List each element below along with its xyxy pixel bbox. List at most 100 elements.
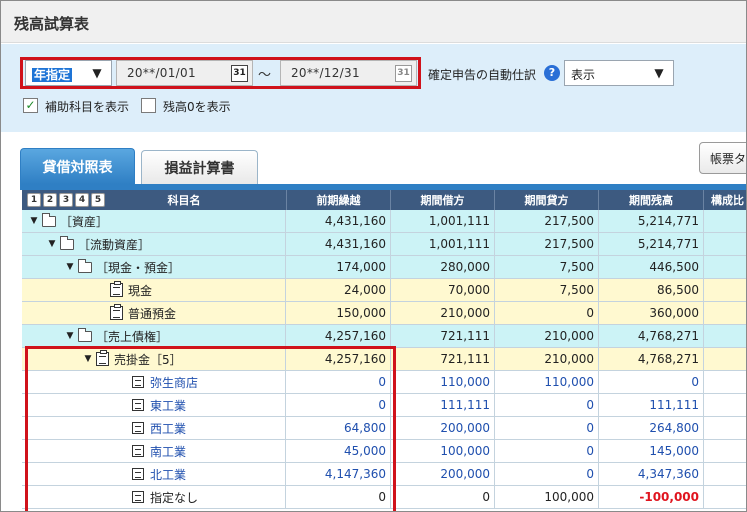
table-cell: 210,000 [391,302,495,324]
account-name-cell[interactable]: ▼ ［売上債権］ [22,325,286,347]
col-header-balance[interactable]: 期間残高 [599,190,704,210]
table-row[interactable]: ▼ ［売上債権］ 4,257,160 721,111 210,000 4,768,271 [22,325,746,348]
report-button[interactable]: 帳票タ [699,142,746,174]
table-cell: 100,000 [495,486,599,508]
account-name-cell[interactable]: ▼ ［流動資産］ [22,233,286,255]
account-name-cell[interactable]: 普通預金 [22,302,286,324]
table-cell: 110,000 [495,371,599,393]
account-name-cell[interactable]: ▼ ［資産］ [22,210,286,232]
table-cell: 200,000 [391,463,495,485]
help-icon[interactable]: ? [544,65,560,81]
table-cell: 86,500 [599,279,704,301]
table-cell [704,256,746,278]
expand-caret-icon[interactable]: ▼ [28,216,40,226]
account-name-label: ［現金・預金］ [96,260,181,275]
show-sub-accounts-checkbox[interactable]: ✓ [23,98,38,113]
expand-caret-icon[interactable]: ▼ [64,331,76,341]
table-cell: 0 [495,463,599,485]
date-from-value: 20**/01/01 [127,66,196,80]
table-cell: 721,111 [391,325,495,347]
table-cell: 111,111 [391,394,495,416]
table-cell: 721,111 [391,348,495,370]
table-cell [704,325,746,347]
table-cell: 1,001,111 [391,233,495,255]
table-cell: 4,768,271 [599,348,704,370]
level-button-4[interactable]: 4 [75,193,89,207]
table-cell [704,371,746,393]
table-cell: 4,257,160 [287,325,391,347]
calendar-icon[interactable]: 31 [231,65,248,82]
expand-caret-icon[interactable]: ▼ [46,239,58,249]
receivables-highlight-box [25,346,396,511]
table-cell: 4,431,160 [287,233,391,255]
col-header-debit[interactable]: 期間借方 [391,190,495,210]
level-button-1[interactable]: 1 [27,193,41,207]
table-cell: 4,768,271 [599,325,704,347]
calendar-icon[interactable]: 31 [395,65,412,82]
auto-journal-value: 表示 [571,68,596,82]
table-cell: 0 [391,486,495,508]
table-cell: 70,000 [391,279,495,301]
date-to-field[interactable]: 20**/12/31 31 [280,60,417,86]
col-header-carryover[interactable]: 前期繰越 [287,190,391,210]
table-cell: 100,000 [391,440,495,462]
ledger-icon [110,281,123,297]
table-cell: 280,000 [391,256,495,278]
table-cell: 4,347,360 [599,463,704,485]
auto-journal-select[interactable]: 表示 ▼ [564,60,674,86]
table-cell: 0 [599,371,704,393]
table-cell [704,279,746,301]
period-type-select[interactable]: 年指定 ▼ [25,60,112,86]
table-cell: 111,111 [599,394,704,416]
expand-caret-icon[interactable]: ▼ [64,262,76,272]
table-cell: 0 [495,302,599,324]
show-zero-balance-checkbox[interactable] [141,98,156,113]
account-name-label: ［流動資産］ [78,237,151,252]
ledger-icon [110,304,123,320]
table-cell [704,233,746,255]
chevron-down-icon[interactable]: ▼ [83,61,111,85]
table-cell: 210,000 [495,325,599,347]
table-cell: 217,500 [495,210,599,232]
chevron-down-icon[interactable]: ▼ [645,61,673,85]
table-cell: 7,500 [495,279,599,301]
show-zero-balance-label[interactable]: 残高0を表示 [163,98,231,115]
date-to-value: 20**/12/31 [291,66,360,80]
table-cell: 0 [495,417,599,439]
account-name-cell[interactable]: 現金 [22,279,286,301]
table-cell: 1,001,111 [391,210,495,232]
table-row[interactable]: 現金 24,000 70,000 7,500 86,500 [22,279,746,302]
level-button-3[interactable]: 3 [59,193,73,207]
period-type-value: 年指定 [32,68,73,82]
folder-icon [60,235,74,250]
table-cell [704,417,746,439]
page-title: 残高試算表 [14,15,90,33]
table-cell: 5,214,771 [599,233,704,255]
table-row[interactable]: ▼ ［資産］ 4,431,160 1,001,111 217,500 5,214,771 [22,210,746,233]
tab-income-statement[interactable]: 損益計算書 [141,150,258,184]
col-header-credit[interactable]: 期間貸方 [495,190,599,210]
folder-icon [42,212,56,227]
table-cell: 145,000 [599,440,704,462]
date-from-field[interactable]: 20**/01/01 31 [116,60,253,86]
account-name-label: 現金 [128,283,153,298]
table-row[interactable]: 普通預金 150,000 210,000 0 360,000 [22,302,746,325]
table-cell [704,463,746,485]
table-cell: 150,000 [287,302,391,324]
account-name-label: ［資産］ [60,214,109,229]
show-sub-accounts-label[interactable]: 補助科目を表示 [45,98,129,115]
table-cell: 174,000 [287,256,391,278]
col-header-label: 科目名 [167,194,201,207]
table-cell: 217,500 [495,233,599,255]
level-button-2[interactable]: 2 [43,193,57,207]
table-cell: 24,000 [287,279,391,301]
table-cell: 360,000 [599,302,704,324]
col-header-ratio[interactable]: 構成比 [704,190,746,210]
table-cell [704,210,746,232]
tab-balance-sheet[interactable]: 貸借対照表 [20,148,135,184]
table-row[interactable]: ▼ ［現金・預金］ 174,000 280,000 7,500 446,500 [22,256,746,279]
level-button-5[interactable]: 5 [91,193,105,207]
account-name-cell[interactable]: ▼ ［現金・預金］ [22,256,286,278]
table-cell: 110,000 [391,371,495,393]
table-row[interactable]: ▼ ［流動資産］ 4,431,160 1,001,111 217,500 5,214,77… [22,233,746,256]
